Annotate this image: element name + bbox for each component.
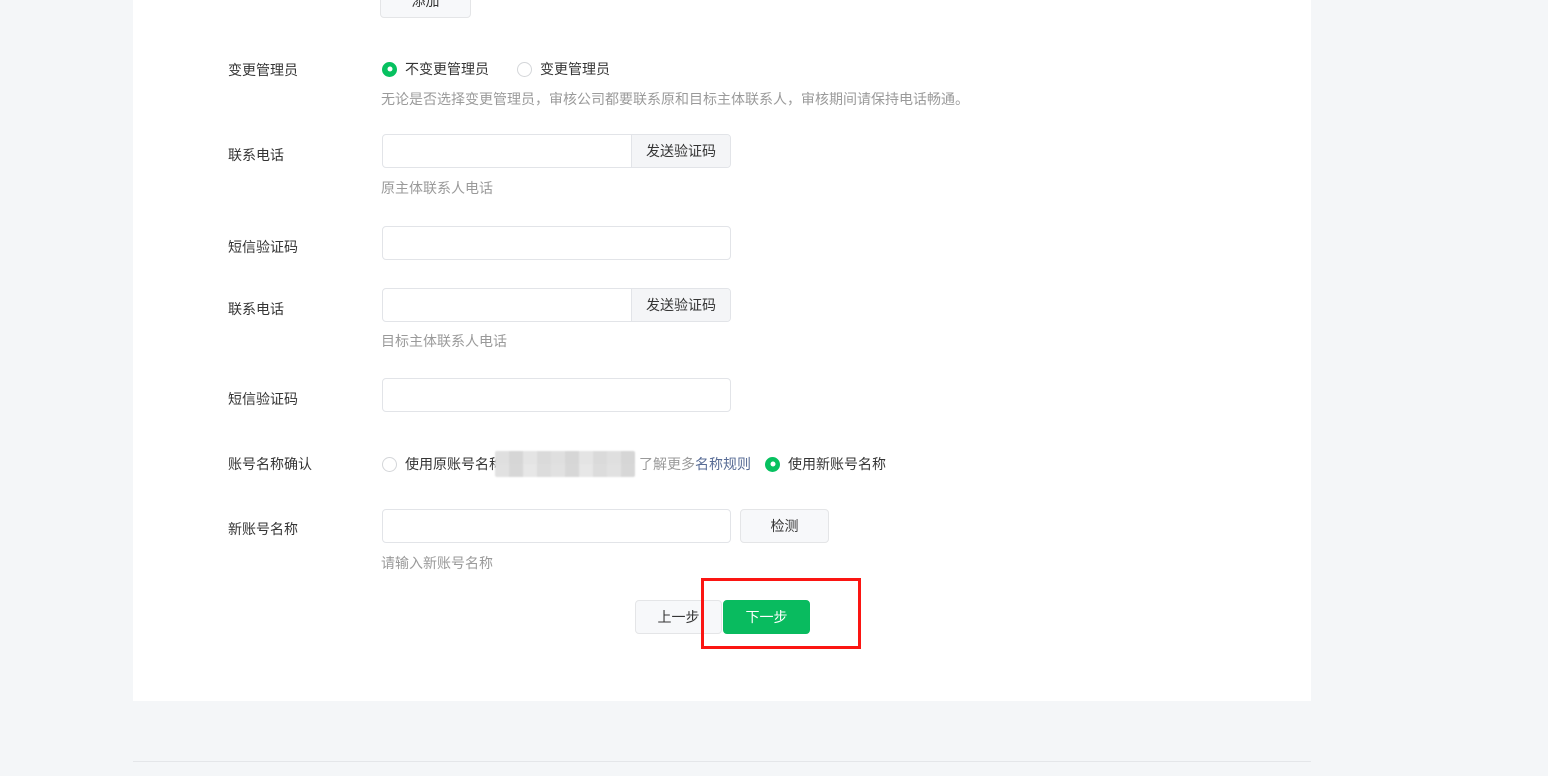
original-send-code-button[interactable]: 发送验证码 — [631, 135, 730, 167]
learn-more-text: 了解更多 — [639, 454, 695, 474]
radio-use-new-name-label: 使用新账号名称 — [788, 454, 886, 474]
target-send-code-button[interactable]: 发送验证码 — [631, 289, 730, 321]
original-phone-helper: 原主体联系人电话 — [381, 178, 493, 198]
account-name-radio-group: 使用原账号名称 了解更多 名称规则 使用新账号名称 — [382, 451, 886, 477]
next-step-button[interactable]: 下一步 — [723, 600, 810, 634]
radio-unselected-icon[interactable] — [382, 457, 397, 472]
radio-admin-change[interactable]: 变更管理员 — [517, 59, 610, 79]
name-rules-link[interactable]: 名称规则 — [695, 454, 751, 474]
original-sms-input[interactable] — [382, 226, 731, 260]
add-button[interactable]: 添加 — [380, 0, 471, 18]
radio-use-original-name-label: 使用原账号名称 — [405, 454, 503, 474]
footer-divider — [133, 761, 1311, 762]
radio-unselected-icon[interactable] — [517, 62, 532, 77]
target-phone-input[interactable] — [383, 289, 631, 321]
radio-no-admin-change[interactable]: 不变更管理员 — [382, 59, 489, 79]
prev-step-button[interactable]: 上一步 — [635, 600, 722, 634]
original-phone-label: 联系电话 — [228, 145, 378, 165]
new-account-name-label: 新账号名称 — [228, 519, 378, 539]
target-sms-label: 短信验证码 — [228, 389, 378, 409]
radio-use-new-name[interactable]: 使用新账号名称 — [765, 454, 886, 474]
target-phone-helper: 目标主体联系人电话 — [381, 331, 507, 351]
target-phone-label: 联系电话 — [228, 299, 378, 319]
account-name-confirm-label: 账号名称确认 — [228, 454, 378, 474]
admin-change-note: 无论是否选择变更管理员，审核公司都要联系原和目标主体联系人，审核期间请保持电话畅… — [381, 89, 969, 109]
original-sms-label: 短信验证码 — [228, 237, 378, 257]
radio-selected-icon[interactable] — [382, 62, 397, 77]
radio-use-original-name[interactable]: 使用原账号名称 — [382, 454, 503, 474]
radio-no-admin-change-label: 不变更管理员 — [405, 59, 489, 79]
check-name-button[interactable]: 检测 — [740, 509, 829, 543]
target-phone-group: 发送验证码 — [382, 288, 731, 322]
original-phone-group: 发送验证码 — [382, 134, 731, 168]
redacted-account-name — [495, 451, 635, 477]
admin-change-label: 变更管理员 — [228, 60, 378, 80]
new-account-name-helper: 请输入新账号名称 — [381, 553, 493, 573]
radio-selected-icon[interactable] — [765, 457, 780, 472]
new-account-name-input[interactable] — [382, 509, 731, 543]
original-phone-input[interactable] — [383, 135, 631, 167]
page: 添加 变更管理员 不变更管理员 变更管理员 无论是否选择变更管理员，审核公司都要… — [0, 0, 1548, 776]
admin-change-radio-group: 不变更管理员 变更管理员 — [382, 59, 610, 79]
target-sms-input[interactable] — [382, 378, 731, 412]
radio-admin-change-label: 变更管理员 — [540, 59, 610, 79]
